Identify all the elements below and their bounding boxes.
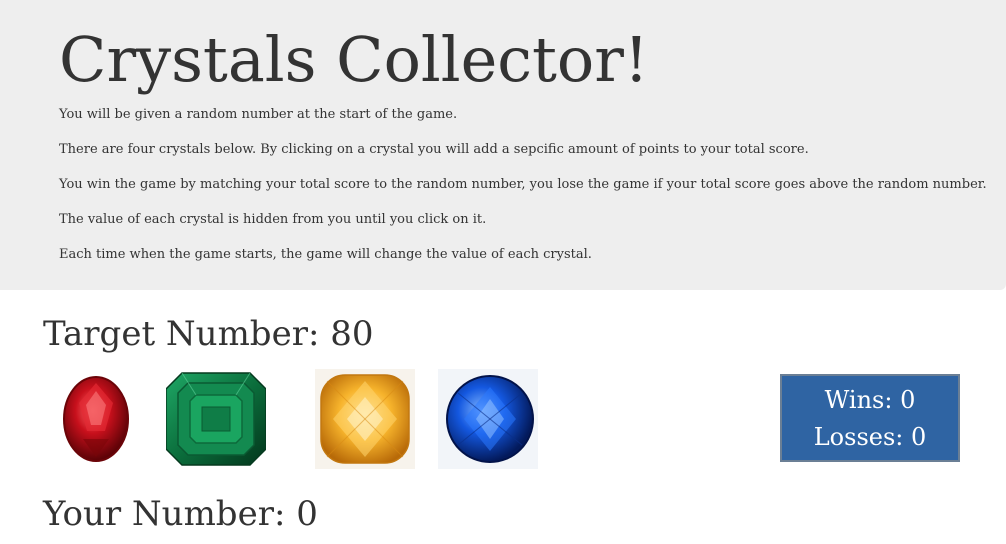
ruby-crystal-icon — [43, 369, 143, 469]
emerald-crystal-icon — [166, 369, 266, 469]
wins-count: Wins: 0 — [824, 386, 916, 414]
header-jumbotron: Crystals Collector! You will be given a … — [0, 0, 1006, 290]
instruction-line: Each time when the game starts, the game… — [59, 247, 592, 262]
sapphire-crystal-button[interactable] — [438, 369, 538, 469]
instruction-line: You win the game by matching your total … — [59, 177, 987, 192]
target-number: Target Number: 80 — [43, 314, 374, 354]
instructions: You will be given a random number at the… — [59, 103, 987, 278]
ruby-crystal-button[interactable] — [43, 369, 143, 469]
scoreboard: Wins: 0 Losses: 0 — [780, 374, 960, 462]
losses-count: Losses: 0 — [813, 423, 927, 451]
citrine-crystal-icon — [315, 369, 415, 469]
instruction-line: The value of each crystal is hidden from… — [59, 212, 487, 227]
instruction-line: You will be given a random number at the… — [59, 107, 458, 122]
emerald-crystal-button[interactable] — [166, 369, 266, 469]
sapphire-crystal-icon — [438, 369, 538, 469]
page-title: Crystals Collector! — [59, 23, 649, 96]
instruction-line: There are four crystals below. By clicki… — [59, 142, 809, 157]
citrine-crystal-button[interactable] — [315, 369, 415, 469]
your-number: Your Number: 0 — [43, 494, 318, 534]
